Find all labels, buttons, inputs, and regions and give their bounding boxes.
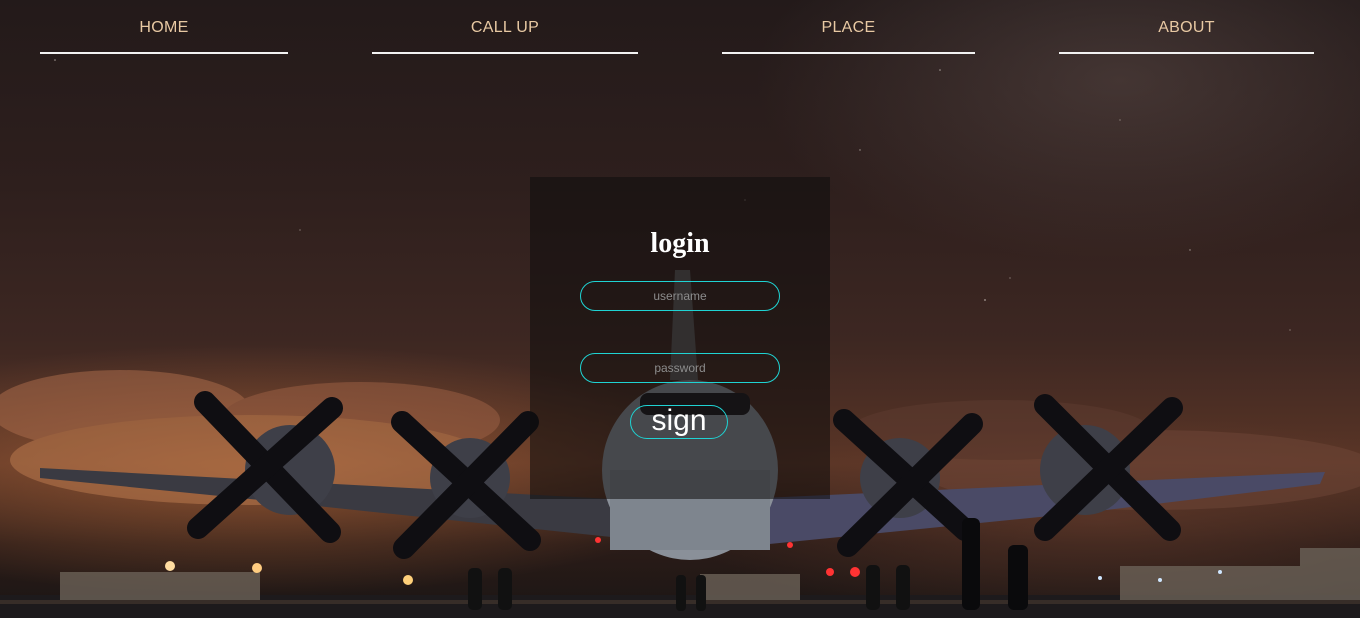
top-navigation: HOME CALL UP PLACE ABOUT bbox=[0, 0, 1360, 60]
password-input[interactable] bbox=[580, 353, 780, 383]
nav-item-call-up[interactable]: CALL UP bbox=[372, 18, 638, 54]
nav-item-about[interactable]: ABOUT bbox=[1059, 18, 1314, 54]
sign-button[interactable]: sign bbox=[630, 405, 728, 439]
login-panel: login sign bbox=[530, 177, 830, 499]
login-title: login bbox=[650, 228, 710, 259]
username-input[interactable] bbox=[580, 281, 780, 311]
nav-item-home[interactable]: HOME bbox=[40, 18, 288, 54]
nav-item-place[interactable]: PLACE bbox=[722, 18, 975, 54]
login-page: HOME CALL UP PLACE ABOUT login sign bbox=[0, 0, 1360, 618]
